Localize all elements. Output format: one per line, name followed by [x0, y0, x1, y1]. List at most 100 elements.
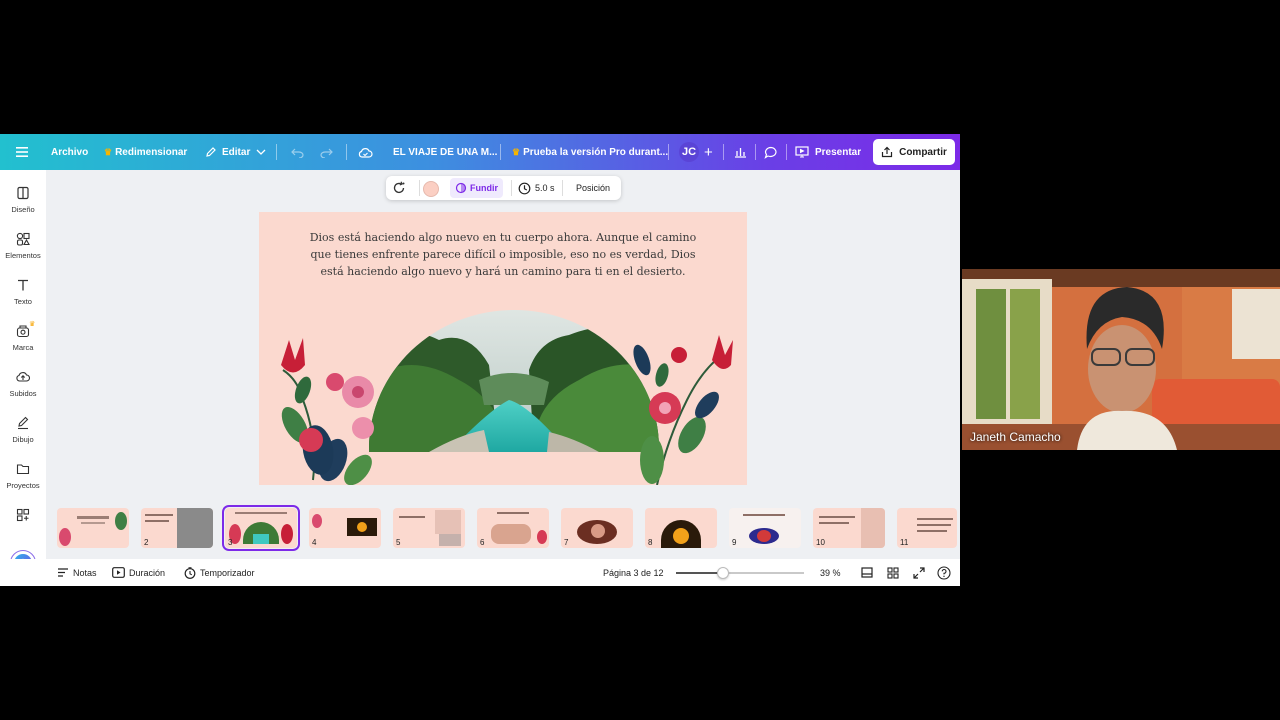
animate-icon[interactable] [392, 181, 406, 197]
video-participant-tile[interactable]: Janeth Camacho [962, 269, 1280, 450]
notes-icon [58, 568, 68, 577]
redo-icon [320, 148, 333, 158]
thumbnail-content [81, 522, 105, 524]
clock-icon [518, 182, 531, 194]
sidebar-item-subidos[interactable]: Subidos [0, 370, 46, 398]
thumbnail-content [145, 514, 173, 516]
context-toolbar: Fundir 5.0 s Posición [386, 176, 621, 200]
sidebar-item-dibujo[interactable]: Dibujo [0, 416, 46, 444]
presentar-button[interactable]: Presentar [795, 134, 861, 170]
duracion-label: Duración [129, 567, 166, 578]
position-button[interactable]: Posición [576, 178, 610, 198]
zoom-value-label: 39 % [820, 567, 841, 578]
undo-button[interactable] [291, 134, 304, 170]
transition-fundir-button[interactable]: Fundir [450, 178, 503, 198]
page-thumbnail[interactable]: 9 [729, 508, 801, 548]
thumbnail-content [917, 524, 951, 526]
avatar[interactable]: JC [679, 134, 699, 170]
sidebar-item-marca[interactable]: ♛ Marca [0, 321, 46, 352]
duracion-button[interactable]: Duración [112, 559, 165, 586]
page-thumbnail-strip: 2 3 4 5 6 7 8 9 10 11 [46, 504, 960, 552]
temporizador-button[interactable]: Temporizador [184, 559, 255, 586]
page-thumbnail-selected[interactable]: 3 [222, 505, 300, 551]
brand-icon [16, 325, 30, 338]
apps-icon [16, 508, 30, 522]
zoom-value[interactable]: 39 % [820, 559, 841, 586]
chevron-down-icon [256, 149, 266, 155]
page-thumbnail[interactable]: 11 [897, 508, 957, 548]
fullscreen-icon[interactable] [913, 559, 925, 586]
thumbnail-content [497, 512, 529, 514]
page-thumbnail[interactable] [57, 508, 129, 548]
cloud-save-icon[interactable] [358, 134, 373, 170]
sidebar-item-proyectos[interactable]: Proyectos [0, 462, 46, 490]
timer-icon [184, 566, 196, 579]
thumbnail-content [861, 508, 885, 548]
design-title[interactable]: EL VIAJE DE UNA M... [393, 134, 497, 170]
sidebar-item-diseno[interactable]: Diseño [0, 186, 46, 214]
background-color-swatch[interactable] [423, 181, 439, 197]
temporizador-label: Temporizador [200, 567, 255, 578]
zoom-slider-handle[interactable] [717, 566, 730, 579]
archivo-menu[interactable]: Archivo [51, 134, 88, 170]
menu-icon[interactable] [16, 134, 28, 170]
right-flower-illustration [633, 335, 733, 485]
divider [276, 144, 277, 160]
thumbnail-content [115, 512, 127, 530]
design-title-text: EL VIAJE DE UNA M... [393, 146, 498, 158]
insights-icon[interactable] [734, 134, 747, 170]
zoom-slider[interactable] [676, 559, 804, 586]
compartir-label: Compartir [899, 146, 947, 158]
grid-view-icon[interactable] [887, 559, 899, 586]
thumbnail-number: 11 [900, 538, 909, 547]
sidebar-label: Diseño [11, 205, 35, 214]
slide-canvas[interactable]: Dios está haciendo algo nuevo en tu cuer… [259, 212, 747, 485]
editar-button[interactable]: Editar [205, 134, 266, 170]
page-thumbnail[interactable]: 5 [393, 508, 465, 548]
divider [755, 144, 756, 160]
redo-button[interactable] [320, 134, 333, 170]
participant-video-image [962, 269, 1280, 450]
transition-label: Fundir [470, 183, 498, 193]
river-landscape-image[interactable] [369, 310, 659, 452]
notas-label: Notas [73, 567, 97, 578]
page-thumbnail[interactable]: 7 [561, 508, 633, 548]
thumbnail-content [235, 512, 287, 514]
redimensionar-button[interactable]: ♛ Redimensionar [104, 134, 187, 170]
comment-icon[interactable] [764, 134, 778, 170]
pro-trial-label: Prueba la versión Pro durant... [523, 146, 669, 158]
thumbnail-number: 2 [144, 538, 149, 547]
sidebar-item-texto[interactable]: Texto [0, 278, 46, 306]
position-label: Posición [576, 183, 611, 193]
thumbnail-content [312, 514, 322, 528]
thumbnail-content [591, 524, 605, 538]
divider [500, 144, 501, 160]
sidebar-item-apps[interactable] [0, 508, 46, 527]
page-thumbnail[interactable]: 4 [309, 508, 381, 548]
compartir-button[interactable]: Compartir [873, 139, 955, 165]
pro-trial-button[interactable]: ♛ Prueba la versión Pro durant... [512, 134, 668, 170]
sidebar-item-elementos[interactable]: Elementos [0, 232, 46, 260]
page-thumbnail[interactable]: 8 [645, 508, 717, 548]
page-thumbnail[interactable]: 10 [813, 508, 885, 548]
notas-button[interactable]: Notas [57, 559, 97, 586]
thumbnail-number: 9 [732, 538, 737, 547]
page-thumbnail[interactable]: 2 [141, 508, 213, 548]
duration-button[interactable]: 5.0 s [518, 178, 555, 198]
thumbnail-content [77, 516, 109, 519]
divider [668, 144, 669, 160]
divider [562, 180, 563, 196]
slide-body-text[interactable]: Dios está haciendo algo nuevo en tu cuer… [309, 229, 697, 280]
page-indicator[interactable]: Página 3 de 12 [603, 559, 664, 586]
page-view-icon[interactable] [861, 559, 873, 586]
thumbnail-content [177, 508, 213, 548]
help-icon[interactable] [937, 559, 951, 586]
thumbnail-number: 7 [564, 538, 569, 547]
thumbnail-content [537, 530, 547, 544]
divider [511, 180, 512, 196]
draw-icon [18, 416, 29, 430]
left-flower-illustration [281, 338, 374, 485]
presentar-label: Presentar [815, 146, 862, 158]
page-thumbnail[interactable]: 6 [477, 508, 549, 548]
add-collaborator-icon[interactable]: + [704, 134, 713, 170]
